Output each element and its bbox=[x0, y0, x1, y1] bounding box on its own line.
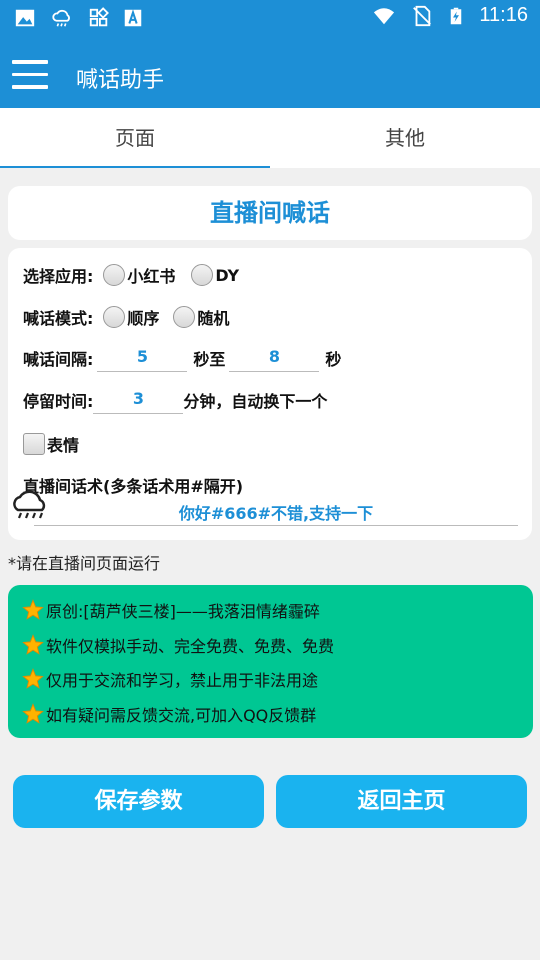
clock: 11:16 bbox=[479, 4, 528, 26]
radio-dot[interactable] bbox=[191, 264, 214, 286]
star-icon bbox=[22, 668, 44, 690]
no-sim-icon bbox=[413, 5, 432, 26]
interval-mid-text: 秒至 bbox=[193, 350, 226, 369]
image-icon bbox=[15, 9, 35, 27]
star-icon bbox=[22, 702, 44, 724]
menu-icon[interactable] bbox=[12, 60, 48, 92]
radio-random[interactable]: 随机 bbox=[173, 305, 229, 329]
notice-item: 仅用于交流和学习，禁止用于非法用途 bbox=[8, 662, 533, 697]
notice-item: 软件仅模拟手动、完全免费、免费、免费 bbox=[8, 628, 533, 663]
interval-unit: 秒 bbox=[325, 350, 342, 369]
emoji-checkbox[interactable] bbox=[23, 433, 45, 455]
radio-dy[interactable]: DY bbox=[191, 264, 239, 286]
radio-dot[interactable] bbox=[103, 306, 126, 328]
interval-row: 喊话间隔: 5 秒至 8 秒 bbox=[23, 344, 341, 372]
section-title: 直播间喊话 bbox=[8, 186, 532, 240]
mode-row: 喊话模式: 顺序 随机 bbox=[23, 304, 229, 330]
app-select-row: 选择应用: 小红书 DY bbox=[23, 262, 239, 288]
notice-panel: 原创:[葫芦侠三楼]——我落泪情绪霾碎 软件仅模拟手动、完全免费、免费、免费 仅… bbox=[8, 585, 533, 738]
tab-page[interactable]: 页面 bbox=[0, 108, 270, 168]
script-input[interactable]: 你好#666#不错,支持一下 bbox=[34, 500, 518, 526]
star-icon bbox=[22, 599, 44, 621]
wifi-icon bbox=[374, 7, 395, 24]
settings-form: 选择应用: 小红书 DY 喊话模式: 顺序 随机 喊话间隔: 5 秒至 8 秒 … bbox=[8, 248, 532, 540]
radio-xiaohongshu[interactable]: 小红书 bbox=[103, 263, 175, 287]
script-row: 直播间话术(多条话术用#隔开) bbox=[23, 473, 243, 497]
tab-other[interactable]: 其他 bbox=[270, 108, 540, 168]
notice-item: 如有疑问需反馈交流,可加入QQ反馈群 bbox=[8, 697, 533, 732]
app-bar: 喊话助手 bbox=[0, 36, 540, 108]
stay-input[interactable]: 3 bbox=[93, 386, 184, 414]
hint-text: *请在直播间页面运行 bbox=[8, 554, 161, 573]
interval-min-input[interactable]: 5 bbox=[97, 344, 188, 372]
tab-bar: 页面 其他 bbox=[0, 108, 540, 168]
app-title: 喊话助手 bbox=[76, 68, 165, 93]
stay-label: 停留时间: bbox=[23, 392, 94, 411]
radio-sequential[interactable]: 顺序 bbox=[103, 305, 159, 329]
battery-charging-icon bbox=[451, 7, 462, 24]
star-icon bbox=[22, 633, 44, 655]
emoji-label: 表情 bbox=[47, 436, 80, 455]
stay-suffix: 分钟，自动换下一个 bbox=[183, 392, 328, 411]
radio-dot[interactable] bbox=[103, 264, 126, 286]
font-icon bbox=[124, 9, 142, 27]
interval-label: 喊话间隔: bbox=[23, 350, 94, 369]
grid-icon bbox=[89, 7, 109, 27]
save-button[interactable]: 保存参数 bbox=[13, 775, 264, 828]
home-button[interactable]: 返回主页 bbox=[276, 775, 527, 828]
app-select-label: 选择应用: bbox=[23, 267, 94, 286]
radio-dot[interactable] bbox=[173, 306, 196, 328]
emoji-row: 表情 bbox=[23, 431, 79, 457]
stay-row: 停留时间: 3 分钟，自动换下一个 bbox=[23, 386, 327, 414]
cloud-rain-icon bbox=[52, 9, 70, 27]
status-bar: 11:16 bbox=[0, 0, 540, 36]
notice-item: 原创:[葫芦侠三楼]——我落泪情绪霾碎 bbox=[8, 593, 533, 628]
interval-max-input[interactable]: 8 bbox=[229, 344, 320, 372]
script-label: 直播间话术(多条话术用#隔开) bbox=[23, 477, 244, 496]
mode-label: 喊话模式: bbox=[23, 309, 94, 328]
